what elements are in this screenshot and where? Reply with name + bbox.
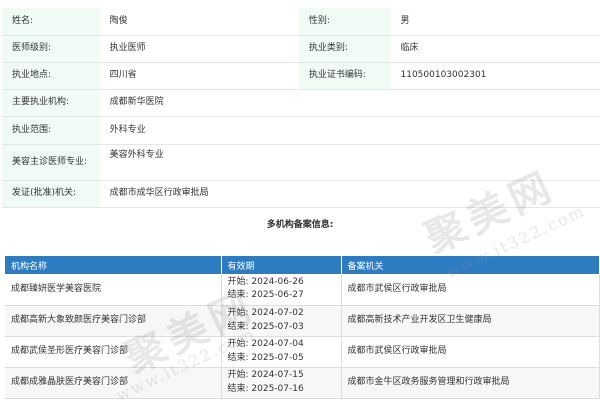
row-end: 结束: 2025-07-03 <box>227 321 304 332</box>
multi-org-title: 多机构备案信息: <box>266 220 334 230</box>
cert-value: 110500103002301 <box>390 62 600 90</box>
cert-label: 执业证书编码: <box>298 62 391 90</box>
row-start: 开始: 2024-07-04 <box>227 339 304 350</box>
category-label: 执业类别: <box>298 35 391 63</box>
doctor-info-table: 姓名: 陶俊 性别: 男 医师级别: 执业医师 执业类别: 临床 执业地点: 四… <box>2 8 600 208</box>
org-value: 成都新华医院 <box>99 89 600 117</box>
location-value: 四川省 <box>99 62 299 90</box>
row-org-name: 成都成雅晶肤医疗美容门诊部 <box>5 367 222 399</box>
row-authority: 成都市武侯区行政审批局 <box>341 336 600 368</box>
gender-label: 性别: <box>298 8 391 36</box>
multi-org-table: 机构名称 有效期 备案机关 成都臻妍医学美容医院 开始: 2024-06-26 … <box>5 256 600 399</box>
row-org-name: 成都臻妍医学美容医院 <box>5 274 222 306</box>
row-authority: 成都市武侯区行政审批局 <box>341 274 600 306</box>
row-authority: 成都市金牛区政务服务管理和行政审批局 <box>341 367 600 399</box>
beauty-value: 美容外科专业 <box>99 144 600 181</box>
table-header-row: 机构名称 有效期 备案机关 <box>5 256 600 274</box>
org-label: 主要执业机构: <box>2 89 100 117</box>
table-row: 成都臻妍医学美容医院 开始: 2024-06-26 结束: 2025-06-27… <box>5 274 600 306</box>
table-row: 成都武侯圣形医疗美容门诊部 开始: 2024-07-04 结束: 2025-07… <box>5 336 600 368</box>
info-row: 发证(批准)机关: 成都市成华区行政审批局 <box>2 180 600 208</box>
info-row: 执业地点: 四川省 执业证书编码: 110500103002301 <box>2 62 600 90</box>
info-row: 执业范围: 外科专业 <box>2 116 600 145</box>
header-authority: 备案机关 <box>341 256 600 274</box>
range-value: 外科专业 <box>99 116 600 145</box>
level-label: 医师级别: <box>2 35 100 63</box>
row-validity: 开始: 2024-06-26 结束: 2025-06-27 <box>221 274 342 306</box>
header-validity: 有效期 <box>221 256 342 274</box>
row-org-name: 成都武侯圣形医疗美容门诊部 <box>5 336 222 368</box>
info-row: 主要执业机构: 成都新华医院 <box>2 89 600 117</box>
info-row: 美容主诊医师专业: 美容外科专业 <box>2 144 600 181</box>
row-start: 开始: 2024-07-15 <box>227 370 304 381</box>
info-row: 姓名: 陶俊 性别: 男 <box>2 8 600 36</box>
row-validity: 开始: 2024-07-15 结束: 2025-07-16 <box>221 367 342 399</box>
row-start: 开始: 2024-07-02 <box>227 308 304 319</box>
row-end: 结束: 2025-07-05 <box>227 352 304 363</box>
row-end: 结束: 2025-06-27 <box>227 290 304 301</box>
row-validity: 开始: 2024-07-04 结束: 2025-07-05 <box>221 336 342 368</box>
header-org-name: 机构名称 <box>5 256 222 274</box>
category-value: 临床 <box>390 35 600 63</box>
info-row: 医师级别: 执业医师 执业类别: 临床 <box>2 35 600 63</box>
issuer-label: 发证(批准)机关: <box>2 180 100 208</box>
name-label: 姓名: <box>2 8 100 36</box>
row-authority: 成都高新技术产业开发区卫生健康局 <box>341 305 600 337</box>
level-value: 执业医师 <box>99 35 299 63</box>
range-label: 执业范围: <box>2 116 100 145</box>
row-start: 开始: 2024-06-26 <box>227 277 304 288</box>
page: 姓名: 陶俊 性别: 男 医师级别: 执业医师 执业类别: 临床 执业地点: 四… <box>0 0 600 413</box>
location-label: 执业地点: <box>2 62 100 90</box>
row-end: 结束: 2025-07-16 <box>227 383 304 394</box>
table-row: 成都成雅晶肤医疗美容门诊部 开始: 2024-07-15 结束: 2025-07… <box>5 367 600 399</box>
gender-value: 男 <box>390 8 600 36</box>
issuer-value: 成都市成华区行政审批局 <box>99 180 600 208</box>
row-org-name: 成都高新大象致颜医疗美容门诊部 <box>5 305 222 337</box>
beauty-label: 美容主诊医师专业: <box>2 144 100 181</box>
table-row: 成都高新大象致颜医疗美容门诊部 开始: 2024-07-02 结束: 2025-… <box>5 305 600 337</box>
row-validity: 开始: 2024-07-02 结束: 2025-07-03 <box>221 305 342 337</box>
name-value: 陶俊 <box>99 8 299 36</box>
